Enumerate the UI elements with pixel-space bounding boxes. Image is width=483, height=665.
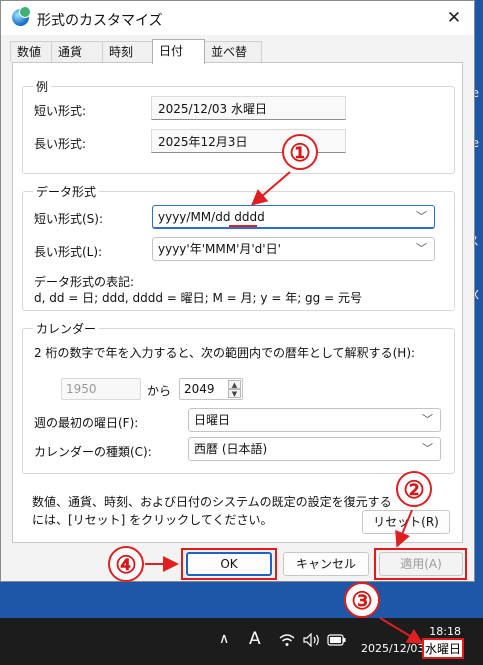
to-year-stepper[interactable]: 2049 ▲ ▼: [179, 378, 243, 400]
date-format-group-title: データ形式: [33, 183, 100, 200]
annotation-3: ③: [344, 582, 380, 618]
chevron-down-icon: ﹀: [422, 442, 433, 455]
to-word: から: [147, 384, 172, 398]
notation-text: d, dd = 日; ddd, dddd = 曜日; M = 月; y = 年;…: [34, 291, 362, 305]
annotation-2: ②: [396, 471, 432, 507]
calendar-group: カレンダー 2 桁の数字で年を入力すると、次の範囲内での暦年として解釈する(H)…: [22, 320, 455, 474]
chevron-down-icon: ﹀: [422, 413, 433, 426]
calendar-type-value: 西暦 (日本語): [194, 442, 268, 456]
first-day-combo[interactable]: 日曜日 ﹀: [188, 408, 441, 432]
calendar-group-title: カレンダー: [33, 320, 100, 337]
short-format-label: 短い形式(S):: [34, 212, 104, 226]
short-format-value: yyyy/MM/dd dddd: [158, 210, 265, 224]
window-title: 形式のカスタマイズ: [37, 13, 163, 29]
date-format-group: データ形式 短い形式(S): yyyy/MM/dd dddd ﹀ 長い形式(L)…: [22, 183, 455, 311]
globe-icon: [12, 6, 31, 26]
clock-date[interactable]: 2025/12/03: [361, 642, 424, 655]
example-group: 例 短い形式: 2025/12/03 水曜日 長い形式: 2025年12月3日: [22, 78, 455, 174]
long-format-label: 長い形式(L):: [34, 245, 103, 259]
spin-down-icon[interactable]: ▼: [228, 389, 241, 398]
spin-up-icon[interactable]: ▲: [228, 380, 241, 389]
apply-highlight-box: [374, 548, 467, 580]
wifi-icon[interactable]: [279, 633, 295, 647]
cancel-button[interactable]: キャンセル: [283, 552, 369, 576]
chevron-down-icon: ﹀: [416, 242, 427, 255]
title-bar[interactable]: 形式のカスタマイズ ✕: [1, 1, 474, 35]
tab-bar: 数値 通貨 時刻 日付 並べ替え: [1, 39, 474, 80]
clock-time[interactable]: 18:18: [429, 625, 461, 638]
volume-icon[interactable]: [303, 633, 321, 647]
example-group-title: 例: [33, 78, 52, 95]
date-tab-panel: 例 短い形式: 2025/12/03 水曜日 長い形式: 2025年12月3日 …: [12, 62, 463, 543]
taskbar: ∧ A 18:18 2025/12/03 水曜日: [0, 618, 483, 665]
clock-weekday[interactable]: 水曜日: [422, 638, 464, 659]
tab-time[interactable]: 時刻: [102, 41, 153, 62]
battery-icon[interactable]: [327, 634, 347, 646]
tab-date[interactable]: 日付: [152, 39, 205, 64]
ime-indicator[interactable]: A: [249, 629, 261, 649]
show-hidden-icons-chevron[interactable]: ∧: [219, 631, 229, 647]
first-day-label: 週の最初の曜日(F):: [34, 416, 139, 430]
dddd-red-underline: [229, 225, 257, 227]
example-short-value: 2025/12/03 水曜日: [151, 96, 346, 120]
chevron-down-icon: ﹀: [416, 210, 427, 223]
reset-text-line2: には、[リセット] をクリックしてください。: [32, 513, 273, 527]
first-day-value: 日曜日: [194, 413, 231, 427]
calendar-type-combo[interactable]: 西暦 (日本語) ﹀: [188, 437, 441, 461]
reset-text-line1: 数値、通貨、時刻、および日付のシステムの既定の設定を復元する: [32, 495, 392, 509]
two-digit-year-description: 2 桁の数字で年を入力すると、次の範囲内での暦年として解釈する(H):: [34, 346, 416, 360]
example-long-label: 長い形式:: [34, 137, 87, 151]
reset-button[interactable]: リセット(R): [362, 510, 450, 534]
tab-sort[interactable]: 並べ替え: [204, 41, 262, 80]
calendar-type-label: カレンダーの種類(C):: [34, 445, 152, 459]
example-short-label: 短い形式:: [34, 104, 87, 118]
close-button[interactable]: ✕: [434, 1, 474, 35]
to-year-value: 2049: [184, 382, 215, 396]
long-format-combo[interactable]: yyyy'年'MMM'月'd'日' ﹀: [152, 237, 435, 261]
short-format-combo[interactable]: yyyy/MM/dd dddd ﹀: [152, 205, 435, 229]
from-year-field: 1950: [61, 378, 141, 400]
tab-currency[interactable]: 通貨: [51, 41, 103, 62]
annotation-4: ④: [108, 546, 144, 582]
notation-title: データ形式の表記:: [34, 275, 135, 289]
annotation-1: ①: [282, 134, 318, 170]
ok-highlight-box: [181, 548, 277, 580]
tab-number[interactable]: 数値: [10, 41, 52, 62]
long-format-value: yyyy'年'MMM'月'd'日': [158, 242, 281, 256]
